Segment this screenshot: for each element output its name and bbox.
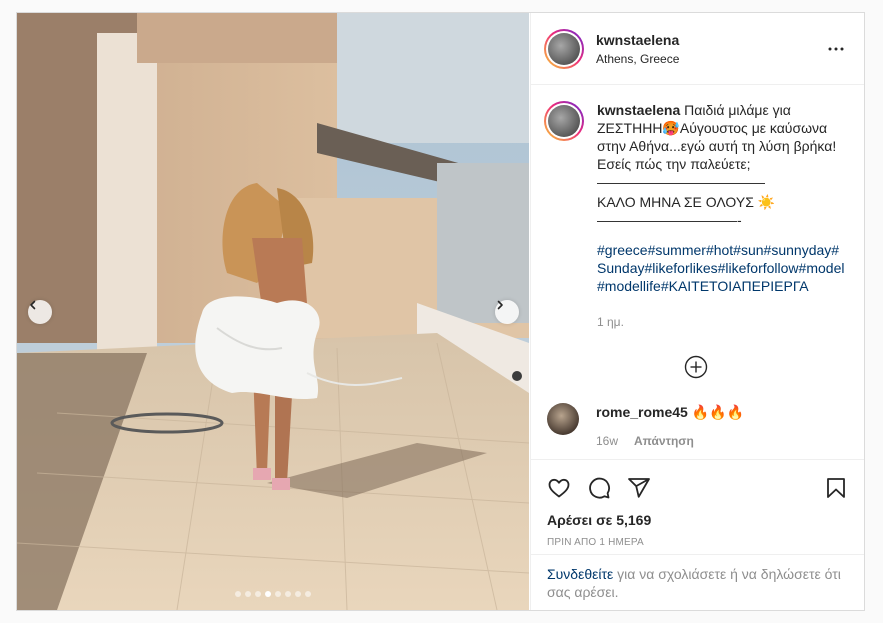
caption-text-line: ————————————	[597, 174, 765, 190]
comment-icon[interactable]	[587, 476, 611, 500]
caption-time[interactable]: 1 ημ.	[597, 313, 848, 331]
commenter-avatar[interactable]	[547, 403, 579, 435]
more-horizontal-icon	[828, 47, 844, 50]
carousel-dot	[255, 591, 261, 597]
reply-button[interactable]: Απάντηση	[634, 432, 694, 450]
comment-time[interactable]: 16w	[596, 432, 618, 450]
carousel-dot	[295, 591, 301, 597]
caption-text-line: ΚΑΛΟ ΜΗΝΑ ΣΕ ΟΛΟΥΣ ☀️	[597, 194, 776, 210]
comment-item: rome_rome45 🔥🔥🔥 16w Απάντηση	[544, 403, 848, 450]
post-card: kwnstaelena Athens, Greece kwnstaelena Π…	[16, 12, 865, 611]
commenter-username[interactable]: rome_rome45	[596, 404, 688, 420]
post-location[interactable]: Athens, Greece	[596, 51, 824, 67]
carousel-dot	[305, 591, 311, 597]
carousel-dot	[245, 591, 251, 597]
post-header: kwnstaelena Athens, Greece	[531, 13, 864, 85]
carousel-next-button[interactable]	[495, 300, 519, 324]
caption-username[interactable]: kwnstaelena	[597, 102, 680, 118]
post-date[interactable]: ΠΡΙΝ ΑΠΟ 1 ΗΜΕΡΑ	[547, 537, 848, 548]
carousel-dot	[235, 591, 241, 597]
carousel-dot	[285, 591, 291, 597]
caption-hashtags[interactable]: #greece#summer#hot#sun#sunnyday#Sunday#l…	[597, 241, 848, 295]
chevron-right-icon	[497, 300, 503, 310]
load-more-comments[interactable]	[544, 355, 848, 379]
bookmark-icon[interactable]	[824, 476, 848, 500]
post-side-panel: kwnstaelena Athens, Greece kwnstaelena Π…	[530, 13, 864, 610]
likes-count[interactable]: Αρέσει σε 5,169	[547, 512, 848, 528]
chevron-left-icon	[30, 300, 36, 310]
more-options-button[interactable]	[824, 37, 848, 61]
login-prompt: Συνδεθείτε για να σχολιάσετε ή να δηλώσε…	[531, 554, 864, 610]
author-username[interactable]: kwnstaelena	[596, 31, 824, 49]
caption: kwnstaelena Παιδιά μιλάμε για ΖΕΣΤΗΗΗ🥵Αύ…	[544, 101, 848, 331]
comment-text: 🔥🔥🔥	[691, 404, 745, 420]
post-photo	[17, 13, 529, 610]
heart-icon[interactable]	[547, 476, 571, 500]
author-avatar[interactable]	[544, 28, 584, 69]
plus-circle-icon	[684, 355, 708, 379]
caption-avatar[interactable]	[544, 101, 584, 141]
share-icon[interactable]	[627, 476, 651, 500]
post-media[interactable]	[17, 13, 529, 610]
carousel-dot	[265, 591, 271, 597]
post-actions: Αρέσει σε 5,169 ΠΡΙΝ ΑΠΟ 1 ΗΜΕΡΑ	[531, 459, 864, 548]
caption-text-line: ——————————-	[597, 212, 742, 228]
login-link[interactable]: Συνδεθείτε	[547, 566, 613, 582]
carousel-indicators	[17, 591, 529, 597]
comments-section: kwnstaelena Παιδιά μιλάμε για ΖΕΣΤΗΗΗ🥵Αύ…	[531, 85, 864, 459]
carousel-dot	[275, 591, 281, 597]
carousel-prev-button[interactable]	[28, 300, 52, 324]
